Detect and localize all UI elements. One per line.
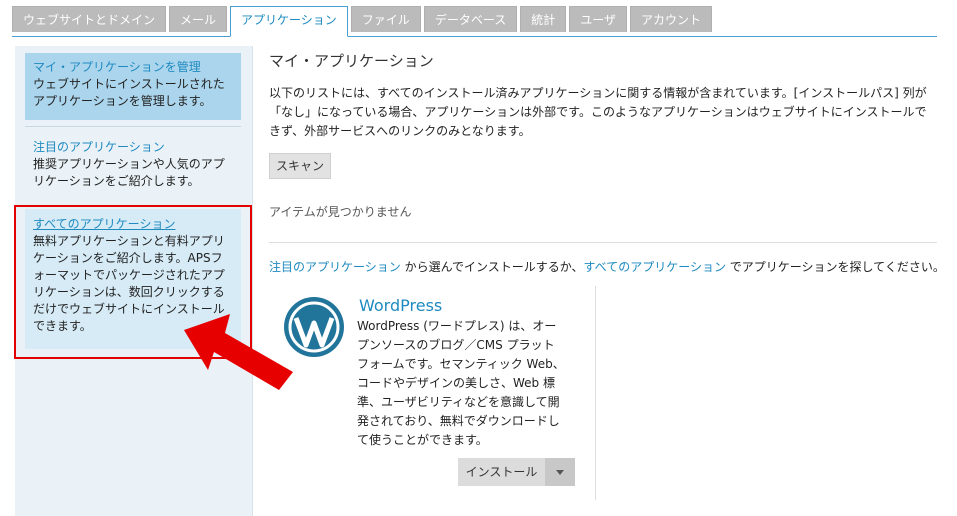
hint-text: 注目のアプリケーション から選んでインストールするか、すべてのアプリケーション … — [269, 258, 945, 275]
sidebar-item-title[interactable]: 注目のアプリケーション — [33, 139, 233, 156]
tab-users[interactable]: ユーザ — [569, 6, 627, 32]
empty-state-text: アイテムが見つかりません — [269, 205, 412, 219]
featured-apps-link[interactable]: 注目のアプリケーション — [269, 260, 401, 274]
tab-websites-domains[interactable]: ウェブサイトとドメイン — [12, 6, 167, 32]
app-name[interactable]: WordPress — [359, 296, 442, 315]
section-divider — [269, 242, 937, 243]
install-button-group: インストール — [458, 458, 575, 486]
tab-account[interactable]: アカウント — [630, 6, 713, 32]
sidebar-divider — [25, 126, 241, 127]
sidebar-item-description: ウェブサイトにインストールされたアプリケーションを管理します。 — [33, 77, 225, 108]
install-button[interactable]: インストール — [458, 458, 545, 486]
page-title: マイ・アプリケーション — [269, 52, 434, 70]
sidebar-item-manage-my-apps[interactable]: マイ・アプリケーションを管理 ウェブサイトにインストールされたアプリケーションを… — [25, 53, 241, 120]
main-tabs: ウェブサイトとドメイン メール アプリケーション ファイル データベース 統計 … — [12, 6, 715, 37]
tab-mail[interactable]: メール — [169, 6, 228, 32]
sidebar-item-featured-apps[interactable]: 注目のアプリケーション 推奨アプリケーションや人気のアプリケーションをご紹介しま… — [25, 133, 241, 201]
app-description: WordPress (ワードプレス) は、オープンソースのブログ／CMS プラッ… — [357, 319, 565, 447]
tab-statistics[interactable]: 統計 — [520, 6, 567, 32]
tab-applications[interactable]: アプリケーション — [230, 6, 348, 37]
scan-button[interactable]: スキャン — [269, 153, 331, 179]
tab-databases[interactable]: データベース — [423, 6, 518, 32]
install-dropdown-button[interactable] — [545, 458, 575, 486]
tab-files[interactable]: ファイル — [350, 6, 421, 32]
hint-text-end: でアプリケーションを探してください。 — [725, 260, 945, 274]
chevron-down-icon — [556, 469, 564, 475]
intro-text: 以下のリストには、すべてのインストール済みアプリケーションに関する情報が含まれて… — [269, 86, 927, 138]
sidebar-item-title[interactable]: マイ・アプリケーションを管理 — [33, 59, 233, 76]
card-border — [595, 286, 596, 500]
wordpress-logo-icon — [284, 297, 344, 357]
tab-underline — [12, 36, 937, 37]
app-card-wordpress: WordPress WordPress (ワードプレス) は、オープンソースのブ… — [269, 286, 596, 500]
hint-text-middle: から選んでインストールするか、 — [400, 260, 584, 274]
all-apps-link[interactable]: すべてのアプリケーション — [584, 260, 726, 274]
sidebar-item-description: 推奨アプリケーションや人気のアプリケーションをご紹介します。 — [33, 157, 225, 188]
